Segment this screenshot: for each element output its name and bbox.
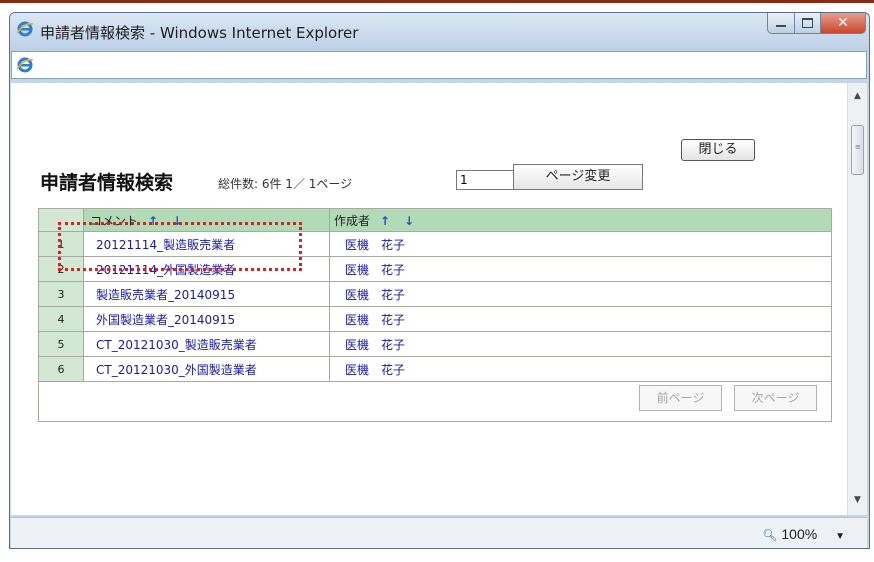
comment-link[interactable]: 製造販売業者_20140915 [96,288,235,302]
pager-area: 前ページ 次ページ [38,381,832,422]
scroll-down-icon[interactable]: ▼ [848,491,867,509]
vertical-scrollbar[interactable]: ▲ ≡ ▼ [847,83,867,515]
row-number: 2 [38,256,84,282]
zoom-icon: 🔍︎ [762,528,778,542]
address-bar[interactable] [11,51,867,79]
header-author-label: 作成者 [334,213,371,228]
window-title: 申請者情報検索 - Windows Internet Explorer [40,24,359,42]
zoom-dropdown-icon[interactable]: ▼ [835,531,845,542]
zoom-level: 100% [781,526,818,542]
close-button[interactable]: 閉じる [681,139,755,161]
author-name: 医機 花子 [345,262,406,277]
close-icon: ✕ [837,15,849,31]
page-change-button[interactable]: ページ変更 [513,164,643,190]
comment-link[interactable]: 外国製造業者_20140915 [96,313,235,327]
sort-asc-author-icon[interactable]: ↑ [380,214,390,228]
row-number: 4 [38,306,84,332]
page-summary: 総件数: 6件 1／ 1ページ [218,177,353,191]
page-number-input[interactable] [456,170,514,190]
sort-desc-comment-icon[interactable]: ↓ [172,214,182,228]
author-name: 医機 花子 [345,337,406,352]
result-table: コメント ↑ ↓ 作成者 ↑ ↓ 1 20121114_製造販売業者 医機 花子 2 2… [38,208,832,422]
scroll-grip-icon: ≡ [855,143,861,151]
ie-logo-icon [16,21,34,37]
page-content: 閉じる 申請者情報検索 総件数: 6件 1／ 1ページ ページ変更 コメント ↑ ↓… [11,83,847,515]
table-row: 4 外国製造業者_20140915 医機 花子 [38,306,832,332]
browser-window: 申請者情報検索 - Windows Internet Explorer ✕ 閉じ… [9,12,870,549]
row-number: 3 [38,281,84,307]
row-number: 5 [38,331,84,357]
page-top-rule [0,0,874,3]
table-row: 5 CT_20121030_製造販売業者 医機 花子 [38,331,832,357]
comment-link[interactable]: 20121114_製造販売業者 [96,238,235,252]
author-name: 医機 花子 [345,287,406,302]
scroll-up-icon[interactable]: ▲ [848,87,867,105]
maximize-icon [802,18,813,28]
comment-link[interactable]: CT_20121030_製造販売業者 [96,338,257,352]
row-number: 1 [38,231,84,257]
scrollbar-thumb[interactable]: ≡ [851,125,864,175]
status-bar: 🔍︎ 100% ▼ [11,517,867,548]
header-author: 作成者 ↑ ↓ [329,208,832,232]
minimize-button[interactable] [767,13,795,34]
sort-asc-comment-icon[interactable]: ↑ [148,214,158,228]
next-page-button[interactable]: 次ページ [734,385,817,411]
zoom-control[interactable]: 🔍︎ 100% ▼ [762,526,845,542]
table-row: 2 20121114_外国製造業者 医機 花子 [38,256,832,282]
table-row: 3 製造販売業者_20140915 医機 花子 [38,281,832,307]
prev-page-button[interactable]: 前ページ [639,385,722,411]
table-footer-row: 前ページ 次ページ [38,381,832,422]
author-name: 医機 花子 [345,362,406,377]
minimize-icon [776,25,786,27]
sort-desc-author-icon[interactable]: ↓ [404,214,414,228]
table-row: 1 20121114_製造販売業者 医機 花子 [38,231,832,257]
page-title: 申請者情報検索 [40,172,174,194]
author-name: 医機 花子 [345,237,406,252]
row-number: 6 [38,356,84,382]
author-name: 医機 花子 [345,312,406,327]
table-header-row: コメント ↑ ↓ 作成者 ↑ ↓ [38,208,832,232]
comment-link[interactable]: CT_20121030_外国製造業者 [96,363,257,377]
header-comment: コメント ↑ ↓ [83,208,330,232]
maximize-button[interactable] [795,13,821,34]
header-number [38,208,84,232]
close-window-button[interactable]: ✕ [821,13,866,34]
window-controls: ✕ [767,13,866,35]
ie-page-icon [16,57,34,73]
title-bar: 申請者情報検索 - Windows Internet Explorer ✕ [10,13,869,51]
comment-link[interactable]: 20121114_外国製造業者 [96,263,235,277]
header-comment-label: コメント [90,213,139,228]
table-row: 6 CT_20121030_外国製造業者 医機 花子 [38,356,832,382]
